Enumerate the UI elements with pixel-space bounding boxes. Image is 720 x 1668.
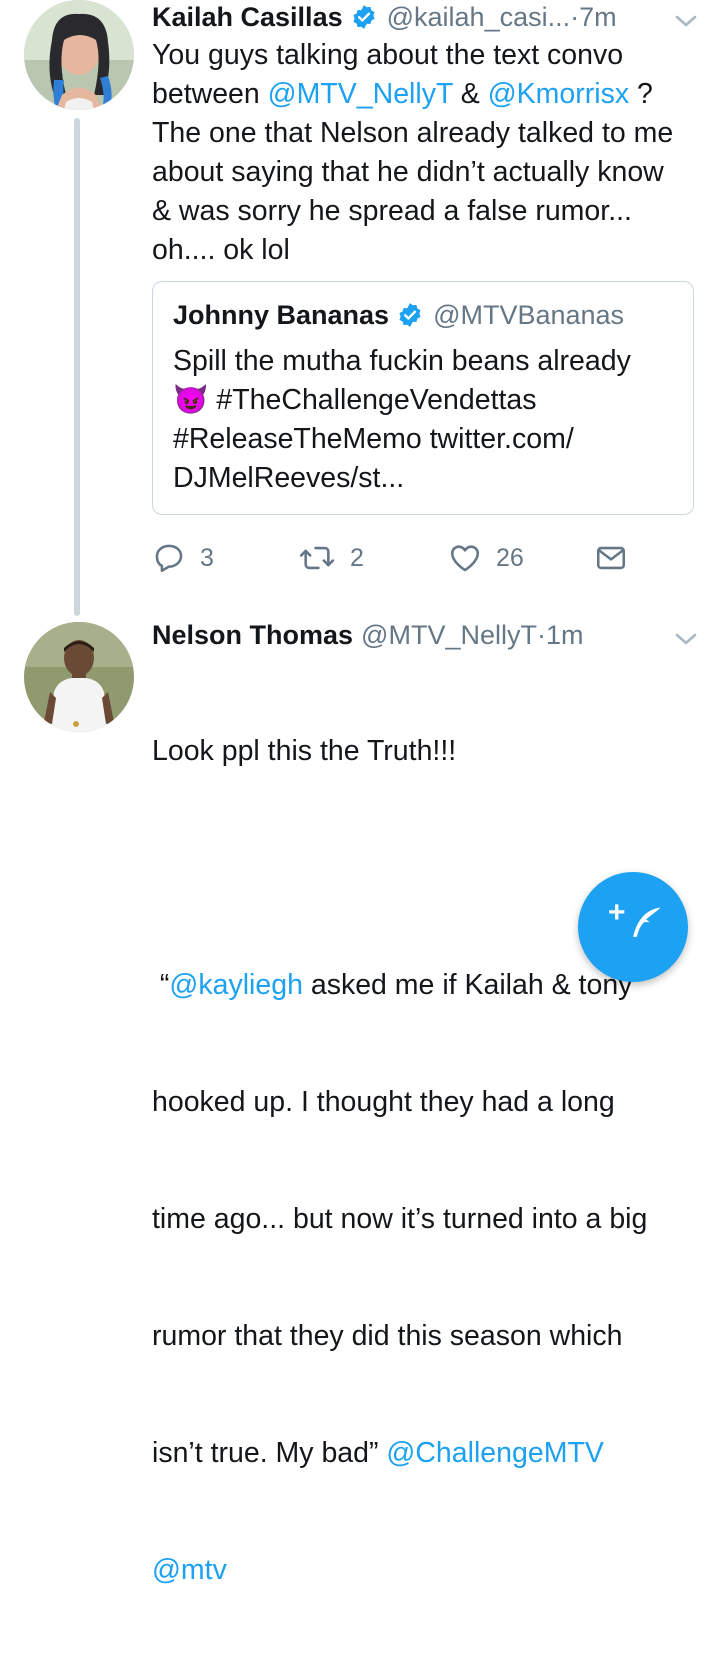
handle[interactable]: @MTV_NellyT <box>361 618 537 652</box>
mention-link[interactable]: @MTV_NellyT <box>268 78 453 110</box>
mention-link[interactable]: @ChallengeMTV <box>386 1437 603 1469</box>
plus-icon: + <box>608 896 626 929</box>
feather-icon <box>633 907 661 937</box>
text-segment: & <box>452 78 488 110</box>
tweet-text: You guys talking about the text convo be… <box>152 36 692 270</box>
quoted-tweet-text: Spill the mutha fuckin beans already 😈 #T… <box>173 342 673 498</box>
chevron-down-icon[interactable] <box>674 630 698 648</box>
text-line: rumor that they did this season which <box>152 1320 623 1352</box>
verified-badge-icon <box>351 4 377 30</box>
quoted-text-line: 😈 #TheChallengeVendettas <box>173 381 673 420</box>
devil-emoji-icon: 😈 <box>173 384 209 416</box>
text-line: @mtv <box>152 1551 712 1590</box>
retweet-icon <box>299 546 335 570</box>
mention-link[interactable]: @mtv <box>152 1554 227 1586</box>
tweet-text: Look ppl this the Truth!!! “@kayliegh as… <box>152 654 712 1668</box>
tweet-header: Kailah Casillas @kailah_casi... · 7m <box>152 0 617 34</box>
quoted-text-line: Spill the mutha fuckin beans already <box>173 345 631 377</box>
timestamp[interactable]: 1m <box>546 618 584 652</box>
avatar[interactable] <box>24 0 134 110</box>
text-line: time ago... but now it’s turned into a b… <box>152 1203 648 1235</box>
retweet-button[interactable]: 2 <box>298 538 364 578</box>
like-button[interactable]: 26 <box>448 538 524 578</box>
mention-link[interactable]: @Kmorrisx <box>488 78 629 110</box>
quoted-tweet-header: Johnny Bananas @MTVBananas <box>173 298 624 332</box>
mention-link[interactable]: @kayliegh <box>169 969 303 1001</box>
tweet-header: Nelson Thomas @MTV_NellyT · 1m <box>152 618 583 652</box>
text-line: isn’t true. My bad” @ChallengeMTV <box>152 1437 604 1469</box>
verified-badge-icon <box>397 302 423 328</box>
retweet-count: 2 <box>350 543 364 572</box>
quoted-text-line: #ReleaseTheMemo twitter.com/ <box>173 423 574 455</box>
text-line: hooked up. I thought they had a long <box>152 1086 615 1118</box>
tweet-actions: 3 2 26 <box>152 538 652 578</box>
separator-dot: · <box>536 620 546 650</box>
handle[interactable]: @kailah_casi... <box>387 0 571 34</box>
heart-icon <box>450 545 480 572</box>
reply-count: 3 <box>200 543 214 572</box>
reply-button[interactable]: 3 <box>152 538 214 578</box>
avatar-nelson-image <box>24 622 134 732</box>
quoted-display-name: Johnny Bananas <box>173 300 390 330</box>
display-name[interactable]: Nelson Thomas <box>152 618 353 652</box>
quoted-handle: @MTVBananas <box>433 300 625 330</box>
avatar-kailah-image <box>24 0 134 110</box>
quoted-tweet[interactable]: Johnny Bananas @MTVBananas Spill the mut… <box>152 281 694 515</box>
timestamp[interactable]: 7m <box>579 0 617 34</box>
thread-line <box>74 118 80 616</box>
text-line: Look ppl this the Truth!!! <box>152 735 457 767</box>
like-count: 26 <box>496 543 524 572</box>
reply-icon <box>155 544 183 573</box>
envelope-icon <box>596 546 626 570</box>
compose-tweet-button[interactable]: + <box>578 872 688 982</box>
direct-message-button[interactable] <box>594 538 642 578</box>
quoted-text-line: DJMelReeves/st... <box>173 462 405 494</box>
chevron-down-icon[interactable] <box>674 12 698 30</box>
separator-dot: · <box>570 2 580 32</box>
display-name[interactable]: Kailah Casillas <box>152 0 343 34</box>
avatar[interactable] <box>24 622 134 732</box>
hashtag-link: #TheChallengeVendettas <box>208 384 537 416</box>
